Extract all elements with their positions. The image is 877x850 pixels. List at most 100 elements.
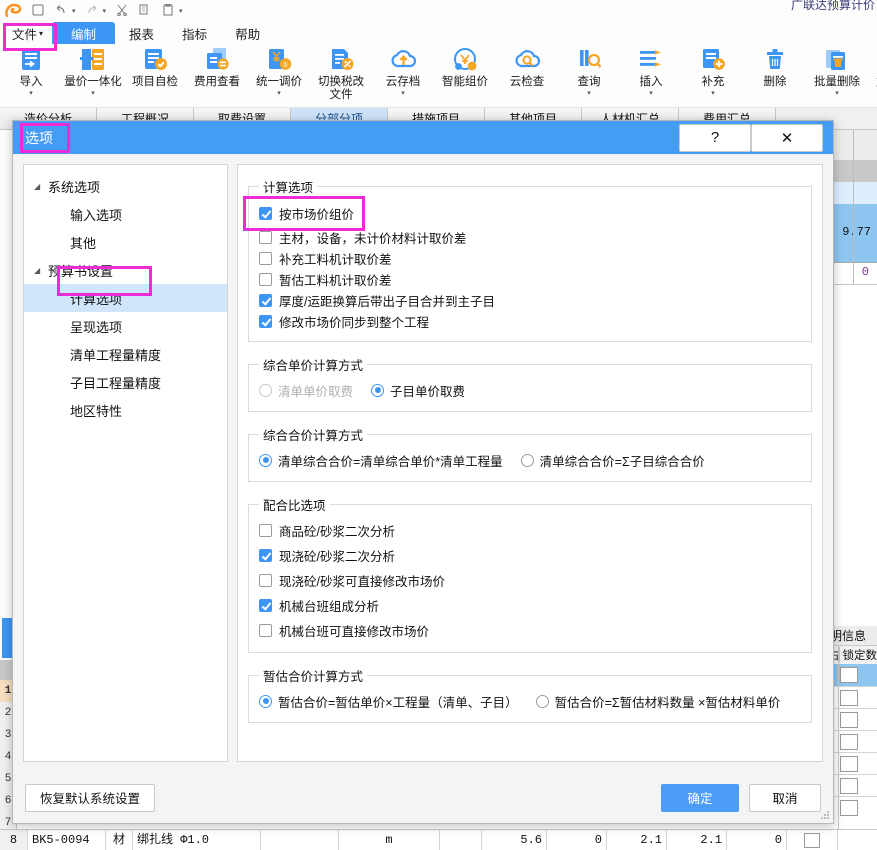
ribbon-button-query[interactable]: 查询 ▾ xyxy=(558,46,620,98)
ribbon-button-project-check[interactable]: 项目自检 xyxy=(124,46,186,89)
chevron-down-icon[interactable]: ▾ xyxy=(649,90,653,98)
radio-total-by-sum[interactable] xyxy=(520,453,534,467)
radio-option-subitem-unit-price[interactable]: 子目单价取费 xyxy=(371,380,465,401)
checkbox-commercial-concrete[interactable] xyxy=(259,524,272,537)
ribbon-button-cloud-archive[interactable]: 云存档 ▾ xyxy=(372,46,434,98)
tree-item-list-quantity-precision[interactable]: 清单工程量精度 xyxy=(24,340,227,368)
tree-item-subitem-quantity-precision[interactable]: 子目工程量精度 xyxy=(24,368,227,396)
ribbon-button-price-integration[interactable]: 量价一体化 ▾ xyxy=(62,46,124,98)
lock-checkbox-row-5[interactable] xyxy=(840,756,858,772)
chevron-down-icon[interactable]: ▾ xyxy=(29,90,33,98)
ribbon-button-cloud-check[interactable]: 云检查 xyxy=(496,46,558,89)
last-row-checkbox[interactable] xyxy=(804,833,820,848)
lock-checkbox-row-2[interactable] xyxy=(840,690,858,706)
checkbox-row-estimated-labor[interactable]: 暂估工料机计取价差 xyxy=(259,269,801,290)
ribbon-button-smart-pricing[interactable]: 智能组价 xyxy=(434,46,496,89)
ribbon-button-unified-price[interactable]: ① 统一调价 ▾ xyxy=(248,46,310,98)
radio-subitem-unit-price[interactable] xyxy=(371,383,385,397)
radio-option-estimated-by-unit[interactable]: 暂估合价=暂估单价×工程量（清单、子目） xyxy=(259,691,518,712)
lock-checkbox-row-4[interactable] xyxy=(840,734,858,750)
radio-estimated-by-unit[interactable] xyxy=(259,694,272,708)
last-row-checkbox-cell[interactable] xyxy=(787,830,838,850)
ribbon-button-batch-delete[interactable]: 批量删除 ▾ xyxy=(806,46,868,98)
cancel-button[interactable]: 取消 xyxy=(749,783,821,812)
expander-collapse-icon[interactable]: ◢ xyxy=(34,182,48,191)
paste-icon[interactable] xyxy=(161,3,175,18)
ribbon-label: 导入 xyxy=(19,76,43,88)
grid-left-scrollbar[interactable] xyxy=(2,618,12,658)
checkbox-market-price[interactable] xyxy=(259,207,272,220)
tree-item-presentation-options[interactable]: 呈现选项 xyxy=(24,312,227,340)
chevron-down-icon[interactable]: ▾ xyxy=(835,90,839,98)
tree-item-calculation-options[interactable]: 计算选项 xyxy=(24,284,227,312)
checkbox-row-sync-market-price[interactable]: 修改市场价同步到整个工程 xyxy=(259,311,801,332)
menu-item-zhibiao[interactable]: 指标 xyxy=(168,22,221,44)
checkbox-machine-shift-analysis[interactable] xyxy=(259,599,272,612)
grid-last-row[interactable]: 8 BK5-0094 材 绑扎线 Φ1.0 m 5.6 0 2.1 2.1 0 xyxy=(0,829,877,850)
close-icon[interactable]: ✕ xyxy=(751,123,823,152)
checkbox-machine-shift-editable[interactable] xyxy=(259,624,272,637)
lock-checkbox-row-6[interactable] xyxy=(840,778,858,794)
more-commands-dropdown-icon[interactable]: ▾ xyxy=(179,7,183,15)
ribbon-button-fee-view[interactable]: 费用查看 xyxy=(186,46,248,89)
checkbox-supplement-labor[interactable] xyxy=(259,252,272,265)
lock-checkbox-row-3[interactable] xyxy=(840,712,858,728)
ribbon-button-insert[interactable]: 插入 ▾ xyxy=(620,46,682,98)
checkbox-cast-concrete-editable[interactable] xyxy=(259,574,272,587)
chevron-down-icon[interactable]: ▾ xyxy=(711,90,715,98)
redo-dropdown-icon[interactable]: ▾ xyxy=(103,7,107,15)
redo-icon[interactable] xyxy=(85,4,99,18)
chevron-down-icon[interactable]: ▾ xyxy=(401,90,405,98)
dialog-resize-handle[interactable] xyxy=(821,811,830,820)
chevron-down-icon[interactable]: ▾ xyxy=(277,90,281,98)
ribbon-button-reuse-pricing[interactable]: 复用组价 ▾ xyxy=(868,46,877,98)
tree-item-regional-features[interactable]: 地区特性 xyxy=(24,396,227,424)
lock-checkbox-row-1[interactable] xyxy=(840,667,858,683)
ribbon-label: 查询 xyxy=(577,76,601,88)
checkbox-row-main-material[interactable]: 主材，设备，未计价材料计取价差 xyxy=(259,227,801,248)
checkbox-row-market-price[interactable]: 按市场价组价 xyxy=(259,200,801,227)
radio-option-total-by-sum[interactable]: 清单综合合价=Σ子目综合合价 xyxy=(520,450,705,471)
cut-icon[interactable] xyxy=(115,4,129,18)
menu-item-baobiao[interactable]: 报表 xyxy=(115,22,168,44)
copy-icon[interactable] xyxy=(138,4,152,18)
checkbox-row-supplement-labor[interactable]: 补充工料机计取价差 xyxy=(259,248,801,269)
checkbox-sync-market-price[interactable] xyxy=(259,315,272,328)
checkbox-cast-concrete[interactable] xyxy=(259,549,272,562)
checkbox-row-machine-shift-editable[interactable]: 机械台班可直接修改市场价 xyxy=(259,618,801,643)
menu-item-bianzhi[interactable]: 编制 xyxy=(52,22,116,44)
ribbon-button-delete[interactable]: 删除 xyxy=(744,46,806,89)
chevron-down-icon[interactable]: ▾ xyxy=(587,90,591,98)
lock-checkbox-row-7[interactable] xyxy=(840,800,858,816)
checkbox-label: 商品砼/砂浆二次分析 xyxy=(279,525,395,539)
help-icon[interactable]: ? xyxy=(679,123,751,152)
checkbox-thickness-merge[interactable] xyxy=(259,294,272,307)
radio-option-estimated-by-sum[interactable]: 暂估合价=Σ暂估材料数量 ×暂估材料单价 xyxy=(535,691,780,712)
checkbox-row-cast-concrete[interactable]: 现浇砼/砂浆二次分析 xyxy=(259,543,801,568)
restore-defaults-button[interactable]: 恢复默认系统设置 xyxy=(25,783,156,812)
radio-estimated-by-sum[interactable] xyxy=(535,694,549,708)
tree-item-other[interactable]: 其他 xyxy=(24,228,227,256)
chevron-down-icon[interactable]: ▾ xyxy=(91,90,95,98)
checkbox-main-material[interactable] xyxy=(259,231,272,244)
checkbox-estimated-labor[interactable] xyxy=(259,273,272,286)
checkbox-row-machine-shift-analysis[interactable]: 机械台班组成分析 xyxy=(259,593,801,618)
checkbox-row-cast-concrete-editable[interactable]: 现浇砼/砂浆可直接修改市场价 xyxy=(259,568,801,593)
save-icon[interactable] xyxy=(31,4,45,18)
ok-button[interactable]: 确定 xyxy=(661,783,739,812)
ribbon-button-supplement[interactable]: 补充 ▾ xyxy=(682,46,744,98)
checkbox-row-thickness-merge[interactable]: 厚度/运距换算后带出子目合并到主子目 xyxy=(259,290,801,311)
expander-collapse-icon[interactable]: ◢ xyxy=(34,266,48,275)
tree-item-system-options[interactable]: ◢ 系统选项 xyxy=(24,172,227,200)
tree-item-budget-settings[interactable]: ◢ 预算书设置 xyxy=(24,256,227,284)
ribbon-button-tax-switch[interactable]: 切换税改 文件 xyxy=(310,46,372,102)
radio-option-total-by-unit[interactable]: 清单综合合价=清单综合单价*清单工程量 xyxy=(259,450,503,471)
undo-icon[interactable] xyxy=(54,4,68,18)
undo-dropdown-icon[interactable]: ▾ xyxy=(72,7,76,15)
ribbon-button-import[interactable]: 导入 ▾ xyxy=(0,46,62,98)
tree-item-input-options[interactable]: 输入选项 xyxy=(24,200,227,228)
menu-item-file[interactable]: 文件 ▾ xyxy=(3,22,52,44)
radio-total-by-unit[interactable] xyxy=(259,453,272,467)
checkbox-row-commercial-concrete[interactable]: 商品砼/砂浆二次分析 xyxy=(259,518,801,543)
menu-item-bangzhu[interactable]: 帮助 xyxy=(221,22,274,44)
